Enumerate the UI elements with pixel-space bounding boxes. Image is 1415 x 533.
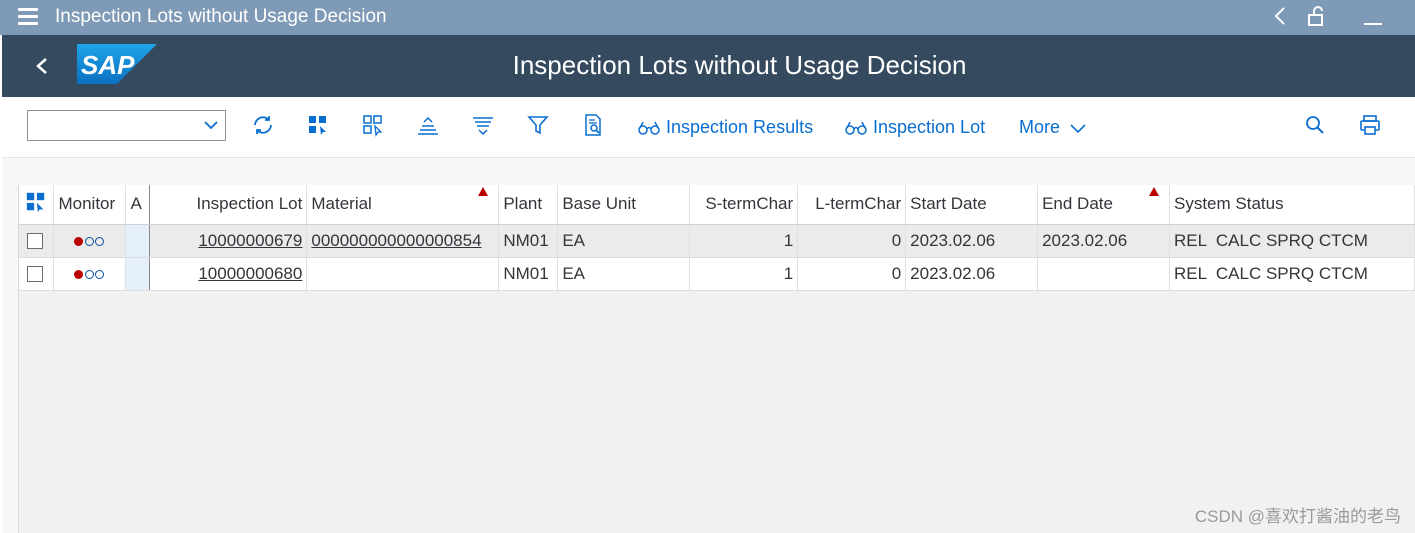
column-header-base-unit[interactable]: Base Unit bbox=[557, 185, 691, 225]
inspection-lot-label: Inspection Lot bbox=[873, 117, 986, 137]
inspection-lot-link[interactable]: 10000000679 bbox=[198, 231, 302, 250]
content-area: Monitor A Inspection Lot Material Plant … bbox=[2, 158, 1415, 533]
column-header-material-label: Material bbox=[311, 194, 372, 214]
select-all-column[interactable] bbox=[19, 185, 55, 225]
sort-descending-icon[interactable] bbox=[471, 113, 497, 139]
layout-variant-select[interactable] bbox=[27, 110, 226, 141]
column-header-plant[interactable]: Plant bbox=[498, 185, 559, 225]
column-header-start-date[interactable]: Start Date bbox=[905, 185, 1039, 225]
sort-indicator-icon bbox=[478, 187, 489, 196]
base-unit-cell: EA bbox=[557, 257, 691, 291]
alv-grid: Monitor A Inspection Lot Material Plant … bbox=[18, 185, 1415, 533]
column-header-s-term-char[interactable]: S-termChar bbox=[689, 185, 799, 225]
monitor-traffic-light-icon bbox=[53, 224, 127, 258]
more-button[interactable]: More bbox=[1019, 117, 1087, 138]
l-term-char-cell: 0 bbox=[797, 224, 907, 258]
table-header-row: Monitor A Inspection Lot Material Plant … bbox=[19, 185, 1415, 225]
inspection-results-button[interactable]: Inspection Results bbox=[638, 117, 813, 138]
inspection-lot-button[interactable]: Inspection Lot bbox=[845, 117, 985, 138]
start-date-cell: 2023.02.06 bbox=[905, 257, 1039, 291]
table-row[interactable]: 10000000679 000000000000000854 NM01 EA 1… bbox=[19, 224, 1415, 258]
inspection-lots-table: Monitor A Inspection Lot Material Plant … bbox=[19, 185, 1415, 291]
refresh-icon[interactable] bbox=[251, 113, 277, 139]
app-title: Inspection Lots without Usage Decision bbox=[512, 50, 967, 80]
column-header-monitor[interactable]: Monitor bbox=[53, 185, 127, 225]
unlock-icon[interactable] bbox=[1306, 4, 1330, 34]
deselect-all-icon[interactable] bbox=[361, 113, 387, 139]
window-title-bar: Inspection Lots without Usage Decision bbox=[0, 0, 1415, 35]
inspection-results-label: Inspection Results bbox=[666, 117, 814, 137]
column-header-system-status[interactable]: System Status bbox=[1169, 185, 1415, 225]
material-link[interactable]: 000000000000000854 bbox=[311, 231, 481, 250]
sort-indicator-icon bbox=[1149, 187, 1159, 196]
column-header-a[interactable]: A bbox=[125, 185, 151, 225]
more-label: More bbox=[1019, 117, 1061, 137]
toolbar: Inspection Results Inspection Lot More bbox=[2, 97, 1415, 158]
column-header-l-term-char[interactable]: L-termChar bbox=[797, 185, 907, 225]
filter-icon[interactable] bbox=[526, 113, 552, 139]
end-date-cell bbox=[1037, 257, 1170, 291]
column-header-end-date-label: End Date bbox=[1042, 194, 1113, 214]
column-header-inspection-lot[interactable]: Inspection Lot bbox=[149, 185, 308, 225]
system-status-cell: REL CALC SPRQ CTCM bbox=[1169, 224, 1415, 258]
select-all-icon[interactable] bbox=[25, 191, 47, 213]
glasses-icon bbox=[845, 121, 867, 135]
table-row[interactable]: 10000000680 NM01 EA 1 0 2023.02.06 REL C… bbox=[19, 257, 1415, 291]
sort-ascending-icon[interactable] bbox=[416, 113, 442, 139]
document-search-icon[interactable] bbox=[581, 113, 607, 139]
row-checkbox[interactable] bbox=[27, 266, 43, 283]
column-header-material[interactable]: Material bbox=[306, 185, 500, 225]
minimize-icon[interactable] bbox=[1362, 4, 1384, 34]
end-date-cell: 2023.02.06 bbox=[1037, 224, 1170, 258]
print-icon[interactable] bbox=[1358, 113, 1384, 139]
a-cell bbox=[125, 257, 151, 291]
plant-cell: NM01 bbox=[498, 224, 559, 258]
monitor-traffic-light-icon bbox=[53, 257, 127, 291]
row-checkbox[interactable] bbox=[27, 233, 43, 250]
window-title: Inspection Lots without Usage Decision bbox=[55, 6, 387, 27]
column-header-end-date[interactable]: End Date bbox=[1037, 185, 1170, 225]
shell-header: SAP Inspection Lots without Usage Decisi… bbox=[2, 35, 1415, 97]
chevron-left-icon[interactable] bbox=[1272, 4, 1288, 34]
start-date-cell: 2023.02.06 bbox=[905, 224, 1039, 258]
a-cell bbox=[125, 224, 151, 258]
glasses-icon bbox=[638, 121, 660, 135]
watermark: CSDN @喜欢打酱油的老鸟 bbox=[1194, 507, 1401, 526]
select-all-icon[interactable] bbox=[306, 113, 332, 139]
chevron-down-icon bbox=[204, 121, 218, 130]
base-unit-cell: EA bbox=[557, 224, 691, 258]
hamburger-menu-icon[interactable] bbox=[18, 8, 38, 26]
system-status-cell: REL CALC SPRQ CTCM bbox=[1169, 257, 1415, 291]
inspection-lot-link[interactable]: 10000000680 bbox=[198, 264, 302, 283]
chevron-down-icon bbox=[1070, 124, 1086, 134]
s-term-char-cell: 1 bbox=[689, 224, 799, 258]
s-term-char-cell: 1 bbox=[689, 257, 799, 291]
l-term-char-cell: 0 bbox=[797, 257, 907, 291]
search-icon[interactable] bbox=[1303, 113, 1329, 139]
plant-cell: NM01 bbox=[498, 257, 559, 291]
